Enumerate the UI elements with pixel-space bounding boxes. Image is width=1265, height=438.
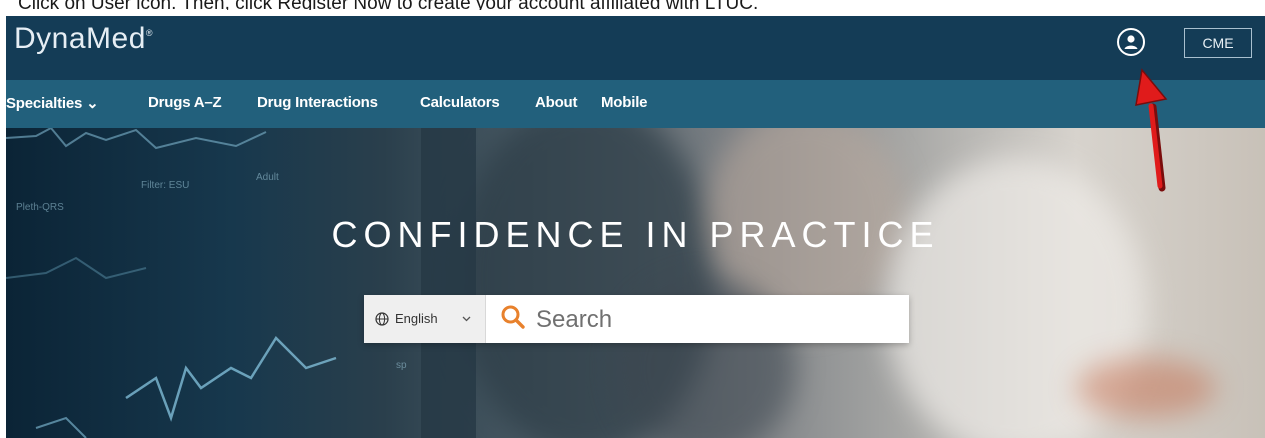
monitor-label-sp: sp	[396, 360, 407, 371]
hero-banner: Filter: ESU Adult Pleth-QRS sp CONFIDENC…	[6, 128, 1265, 438]
language-selector[interactable]: English	[364, 295, 486, 343]
user-icon-button[interactable]	[1117, 28, 1145, 56]
monitor-waveforms: Filter: ESU Adult Pleth-QRS sp	[6, 128, 476, 438]
logo-registered-mark: ®	[145, 28, 154, 38]
dynamed-logo[interactable]: DynaMed®	[14, 22, 153, 56]
hero-title: CONFIDENCE IN PRACTICE	[331, 214, 940, 255]
nav-drugs-a-z[interactable]: Drugs A–Z	[148, 94, 222, 111]
monitor-label-filter: Filter: ESU	[141, 180, 189, 191]
nav-specialties[interactable]: Specialties ⌄	[6, 94, 99, 112]
search-placeholder: Search	[536, 306, 613, 333]
nav-mobile[interactable]: Mobile	[601, 94, 648, 111]
logo-text: DynaMed	[14, 22, 146, 55]
instruction-caption: Click on User icon. Then, click Register…	[0, 0, 1265, 10]
search-icon	[501, 305, 525, 329]
browser-page: DynaMed® CME Specialties ⌄ Drugs A–Z Dru…	[6, 16, 1265, 438]
nav-drug-interactions[interactable]: Drug Interactions	[257, 94, 378, 111]
main-nav: Specialties ⌄ Drugs A–Z Drug Interaction…	[6, 80, 1265, 128]
hero-bg-shape	[1076, 358, 1216, 418]
search-bar: English Search	[364, 295, 909, 343]
top-header: DynaMed® CME	[6, 16, 1265, 80]
search-input[interactable]: Search	[486, 295, 909, 343]
nav-calculators[interactable]: Calculators	[420, 94, 500, 111]
globe-icon	[375, 312, 389, 326]
language-label: English	[395, 311, 438, 326]
user-icon	[1124, 35, 1138, 49]
chevron-down-icon	[462, 316, 471, 322]
monitor-label-adult: Adult	[256, 172, 279, 183]
monitor-label-pleth: Pleth-QRS	[16, 202, 64, 213]
cme-button[interactable]: CME	[1184, 28, 1252, 58]
nav-about[interactable]: About	[535, 94, 578, 111]
